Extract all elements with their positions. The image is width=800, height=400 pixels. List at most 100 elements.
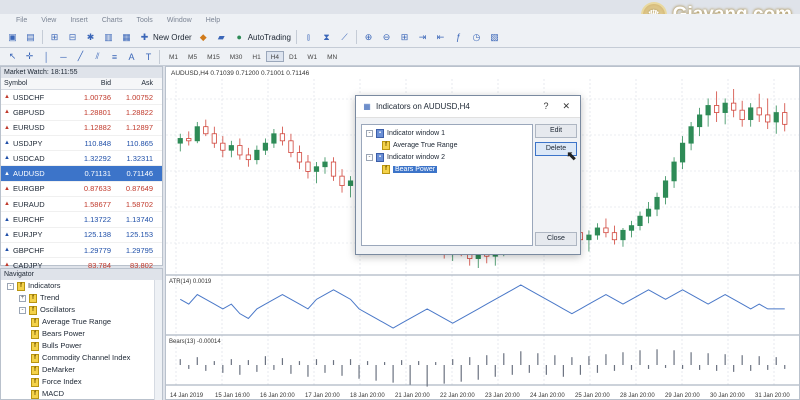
navigator-scrollbar[interactable] [154,280,162,400]
text-icon[interactable]: A [125,50,138,63]
expand-toggle-icon[interactable]: + [19,294,26,302]
ask-header[interactable]: Ask [111,78,153,89]
terminal-icon[interactable]: ▥ [102,31,115,44]
timeframe-mn[interactable]: MN [322,51,342,62]
navigator-item[interactable]: f Commodity Channel Index [1,352,162,364]
menu-insert[interactable]: Insert [70,17,88,24]
candle-body [773,112,779,123]
market-watch-row[interactable]: ▲ EURCHF 1.13722 1.13740 [1,212,162,228]
navigator-item[interactable]: f DeMarker [1,364,162,376]
metaeditor-icon[interactable]: ◆ [197,31,210,44]
market-watch-row[interactable]: ▲ EURUSD 1.12882 1.12897 [1,121,162,136]
profiles-icon[interactable]: ▤ [24,31,37,44]
navigator-item[interactable]: f Average True Range [1,316,162,328]
ask-cell: 0.87649 [125,184,153,194]
menu-charts[interactable]: Charts [102,17,123,24]
label-icon[interactable]: T [142,50,155,63]
horizontal-line-icon[interactable]: ─ [57,50,70,63]
navigator-item[interactable]: - f Oscillators [1,304,162,316]
equidistant-channel-icon[interactable]: ⫽ [91,50,104,63]
fibonacci-icon[interactable]: ≡ [108,50,121,63]
indicator-tree[interactable]: - ▪ Indicator window 1 f Average True Range -… [361,124,533,246]
timeframe-d1[interactable]: D1 [284,51,302,62]
market-watch-icon[interactable]: ⊞ [48,31,61,44]
navigator-item[interactable]: + f Trend [1,292,162,304]
templates-icon[interactable]: ▧ [488,31,501,44]
tree-item[interactable]: - ▪ Indicator window 2 [362,151,532,163]
indicator-icon: f [31,365,39,375]
line-chart-icon[interactable]: ⟋ [338,31,351,44]
new-order-button[interactable]: ✚ New Order [138,31,192,44]
timeframe-m1[interactable]: M1 [164,51,183,62]
bid-header[interactable]: Bid [69,78,111,89]
tester-icon[interactable]: ▦ [120,31,133,44]
market-watch-row[interactable]: ▲ USDCHF 1.00736 1.00752 [1,90,162,106]
candle-body [748,107,754,121]
autotrading-button[interactable]: ● AutoTrading [233,31,291,44]
chart-shift-icon[interactable]: ⇤ [434,31,447,44]
navigator-item[interactable]: f Bulls Power [1,340,162,352]
menu-tools[interactable]: Tools [136,17,152,24]
indicator-icon: f [31,329,39,339]
new-chart-icon[interactable]: ▣ [6,31,19,44]
chart-header: AUDUSD,H4 0.71039 0.71200 0.71001 0.7114… [171,70,310,77]
data-window-icon[interactable]: ⊟ [66,31,79,44]
market-watch-row[interactable]: ▲ EURJPY 125.138 125.153 [1,228,162,243]
dialog-close-icon[interactable]: ✕ [562,101,570,112]
timeframe-h4[interactable]: H4 [265,51,284,62]
tree-item[interactable]: f Bears Power [362,163,532,175]
market-watch-row[interactable]: ▲ USDCAD 1.32292 1.32311 [1,151,162,167]
timeframe-m5[interactable]: M5 [183,51,202,62]
market-watch-row[interactable]: ▲ EURAUD 1.58677 1.58702 [1,197,162,213]
close-button[interactable]: Close [535,232,577,246]
market-watch-row[interactable]: ▲ EURGBP 0.87633 0.87649 [1,182,162,198]
menu-help[interactable]: Help [206,17,220,24]
ask-cell: 110.865 [126,138,153,148]
periods-icon[interactable]: ◷ [470,31,483,44]
market-watch-row[interactable]: ▲ AUDUSD 0.71131 0.71146 [1,166,162,182]
symbol-header[interactable]: Symbol [1,78,69,89]
candle-body [220,142,226,151]
tree-item[interactable]: - ▪ Indicator window 1 [362,127,532,139]
candle-body [177,138,183,144]
market-watch-row[interactable]: ▲ GBPUSD 1.28801 1.28822 [1,105,162,121]
edit-button[interactable]: Edit [535,124,577,138]
symbol-cell: ▲ USDCHF [1,93,69,102]
help-button[interactable]: ? [543,101,548,112]
timeframe-m30[interactable]: M30 [225,51,248,62]
timeframe-w1[interactable]: W1 [302,51,322,62]
candlestick-icon[interactable]: ⧗ [320,31,333,44]
indicators-icon[interactable]: ƒ [452,31,465,44]
symbol-name: EURUSD [12,123,45,133]
navigator-item[interactable]: f MACD [1,388,162,400]
autoscroll-icon[interactable]: ⇥ [416,31,429,44]
indicator-icon: f [31,341,39,351]
navigator-item[interactable]: - f Indicators [1,280,162,292]
market-icon[interactable]: ▰ [215,31,228,44]
tile-windows-icon[interactable]: ⊞ [398,31,411,44]
market-watch-row[interactable]: ▲ GBPCHF 1.29779 1.29795 [1,243,162,259]
menu-view[interactable]: View [41,17,56,24]
candle-body [705,105,711,116]
navigator-item[interactable]: f Bears Power [1,328,162,340]
timeframe-m15[interactable]: M15 [202,51,225,62]
expand-toggle-icon[interactable]: - [19,306,26,314]
cursor-icon[interactable]: ↖ [6,50,19,63]
zoom-out-icon[interactable]: ⊖ [380,31,393,44]
menu-file[interactable]: File [16,17,27,24]
navigator-item[interactable]: f Force Index [1,376,162,388]
crosshair-icon[interactable]: ✛ [23,50,36,63]
timeframe-h1[interactable]: H1 [247,51,265,62]
vertical-line-icon[interactable]: │ [40,50,53,63]
trendline-icon[interactable]: ╱ [74,50,87,63]
collapse-toggle-icon[interactable]: - [366,153,373,161]
collapse-toggle-icon[interactable]: - [366,129,373,137]
tree-item[interactable]: f Average True Range [362,139,532,151]
bar-chart-icon[interactable]: ⫾ [302,31,315,44]
navigator-icon[interactable]: ✱ [84,31,97,44]
expand-toggle-icon[interactable]: - [7,282,14,290]
zoom-in-icon[interactable]: ⊕ [362,31,375,44]
menu-window[interactable]: Window [167,17,192,24]
market-watch-row[interactable]: ▲ USDJPY 110.848 110.865 [1,136,162,152]
main-toolbar: ▣ ▤ ⊞ ⊟ ✱ ▥ ▦ ✚ New Order ◆ ▰ ● AutoTradin… [0,27,800,48]
